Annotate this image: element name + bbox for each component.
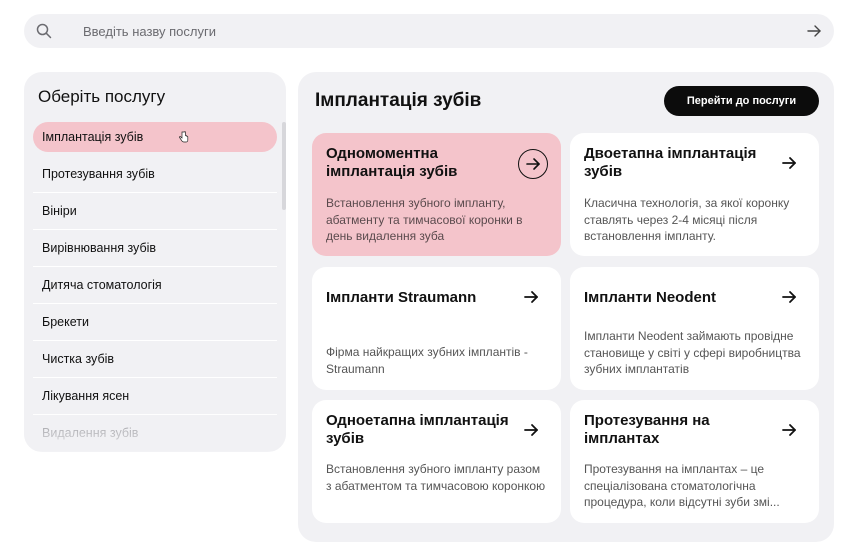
page-title: Імплантація зубів [315, 90, 482, 111]
card-arrow-button[interactable] [518, 149, 548, 179]
sidebar-item-gums[interactable]: Лікування ясен [33, 378, 277, 415]
arrow-right-icon[interactable] [781, 289, 797, 305]
card-title: Протезування на імплантах [584, 412, 710, 447]
service-sidebar: Оберіть послугу Імплантація зубів Протез… [24, 72, 286, 452]
card-title: Імпланти Straumann [326, 289, 477, 306]
service-panel: Імплантація зубів Перейти до послуги Одн… [298, 72, 834, 542]
search-bar[interactable] [24, 14, 834, 48]
card-description: Класична технологія, за якої коронку ста… [584, 196, 790, 243]
arrow-right-icon[interactable] [781, 155, 797, 171]
sidebar-item-cleaning[interactable]: Чистка зубів [33, 341, 277, 378]
card-title: Імпланти Neodent [584, 289, 716, 306]
service-card-single-stage[interactable]: Одноетапна імплантація зубів Встановленн… [312, 400, 561, 523]
card-description: Встановлення зубного імпланту разом з аб… [326, 462, 546, 493]
card-title: Одномоментна імплантація зубів [326, 145, 458, 180]
arrow-right-icon[interactable] [781, 422, 797, 438]
card-description: Імпланти Neodent займають провідне стано… [584, 329, 801, 376]
sidebar-scrollbar[interactable] [282, 122, 286, 210]
sidebar-item-implantation[interactable]: Імплантація зубів [33, 122, 277, 152]
card-description: Встановлення зубного імпланту, абатменту… [326, 196, 523, 243]
search-icon [36, 23, 52, 39]
sidebar-item-prosthetics[interactable]: Протезування зубів [33, 156, 277, 193]
service-list: Імплантація зубів Протезування зубів Він… [24, 122, 286, 452]
go-to-service-button[interactable]: Перейти до послуги [664, 86, 819, 116]
service-card-straumann[interactable]: Імпланти Straumann Фірма найкращих зубни… [312, 267, 561, 390]
card-title: Одноетапна імплантація зубів [326, 412, 509, 447]
sidebar-item-veneers[interactable]: Вініри [33, 193, 277, 230]
service-card-implant-prosthetics[interactable]: Протезування на імплантах Протезування н… [570, 400, 819, 523]
arrow-right-icon[interactable] [806, 23, 822, 39]
search-input[interactable] [83, 14, 783, 48]
service-card-two-stage[interactable]: Двоетапна імплантація зубів Класична тех… [570, 133, 819, 256]
sidebar-title: Оберіть послугу [38, 87, 166, 106]
card-title: Двоетапна імплантація зубів [584, 145, 757, 180]
service-card-neodent[interactable]: Імпланти Neodent Імпланти Neodent займаю… [570, 267, 819, 390]
sidebar-item-alignment[interactable]: Вирівнювання зубів [33, 230, 277, 267]
sidebar-item-pediatric[interactable]: Дитяча стоматологія [33, 267, 277, 304]
hand-cursor-icon [179, 131, 189, 143]
arrow-right-icon[interactable] [523, 289, 539, 305]
sidebar-item-extraction[interactable]: Видалення зубів [33, 415, 277, 452]
arrow-right-icon [526, 158, 540, 170]
sidebar-item-braces[interactable]: Брекети [33, 304, 277, 341]
arrow-right-icon[interactable] [523, 422, 539, 438]
service-card-one-stage-immediate[interactable]: Одномоментна імплантація зубів Встановле… [312, 133, 561, 256]
card-description: Фірма найкращих зубних імплантів - Strau… [326, 345, 528, 376]
card-description: Протезування на імплантах – це спеціаліз… [584, 462, 780, 509]
